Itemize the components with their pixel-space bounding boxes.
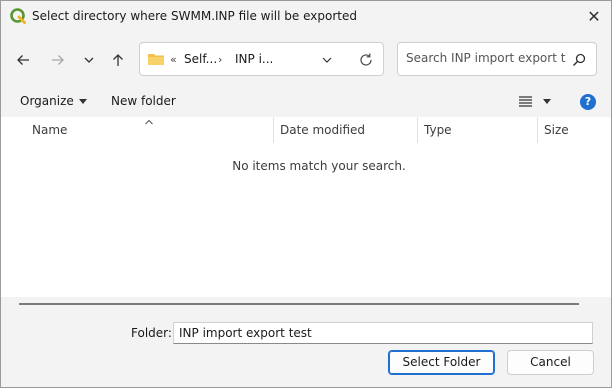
column-header-type[interactable]: Type [418, 117, 537, 143]
close-icon: ✕ [587, 7, 601, 26]
column-header-date-modified[interactable]: Date modified [274, 117, 417, 143]
caret-down-icon [78, 99, 87, 104]
forward-button[interactable] [46, 48, 70, 72]
new-folder-button[interactable]: New folder [111, 94, 176, 108]
search-icon[interactable] [572, 53, 586, 67]
help-icon[interactable]: ? [580, 94, 596, 110]
file-list: Name Date modified Type Size No items ma… [1, 117, 611, 297]
breadcrumb-overflow[interactable]: « [170, 53, 177, 66]
file-dialog: Select directory where SWMM.INP file wil… [0, 0, 612, 388]
arrow-left-icon [17, 55, 29, 65]
search-input[interactable] [406, 51, 566, 65]
refresh-icon[interactable] [358, 52, 374, 68]
cancel-button[interactable]: Cancel [507, 350, 594, 375]
search-box[interactable] [397, 42, 597, 76]
dialog-footer: Folder: Select Folder Cancel [1, 297, 611, 387]
close-button[interactable]: ✕ [577, 1, 611, 32]
recent-locations-button[interactable] [77, 48, 101, 72]
qgis-icon [10, 8, 26, 24]
organize-button[interactable]: Organize [20, 94, 87, 108]
arrow-right-icon [52, 55, 64, 65]
breadcrumb-item[interactable]: INP i... [235, 52, 273, 66]
command-bar: Organize New folder ? [1, 87, 611, 117]
navigation-bar: « Self... › INP i... [1, 32, 611, 87]
address-bar[interactable]: « Self... › INP i... [139, 42, 384, 76]
view-options-caret-icon[interactable] [543, 99, 551, 104]
empty-message: No items match your search. [232, 159, 406, 173]
title-bar: Select directory where SWMM.INP file wil… [1, 1, 611, 32]
chevron-down-icon[interactable] [320, 53, 334, 67]
folder-label: Folder: [131, 326, 172, 340]
arrow-up-icon [113, 54, 123, 66]
organize-label: Organize [20, 94, 74, 108]
folder-icon [148, 54, 164, 65]
horizontal-scrollbar[interactable] [19, 303, 579, 305]
window-title: Select directory where SWMM.INP file wil… [32, 9, 357, 23]
breadcrumb-item[interactable]: Self... [184, 52, 217, 66]
chevron-down-icon [84, 57, 94, 63]
folder-name-input[interactable] [173, 322, 593, 344]
up-button[interactable] [106, 48, 130, 72]
back-button[interactable] [11, 48, 35, 72]
list-view-icon[interactable] [519, 96, 532, 107]
column-header-name[interactable]: Name [26, 117, 273, 143]
select-folder-button[interactable]: Select Folder [388, 350, 495, 375]
breadcrumb-separator[interactable]: › [218, 53, 222, 66]
column-header-size[interactable]: Size [538, 117, 611, 143]
